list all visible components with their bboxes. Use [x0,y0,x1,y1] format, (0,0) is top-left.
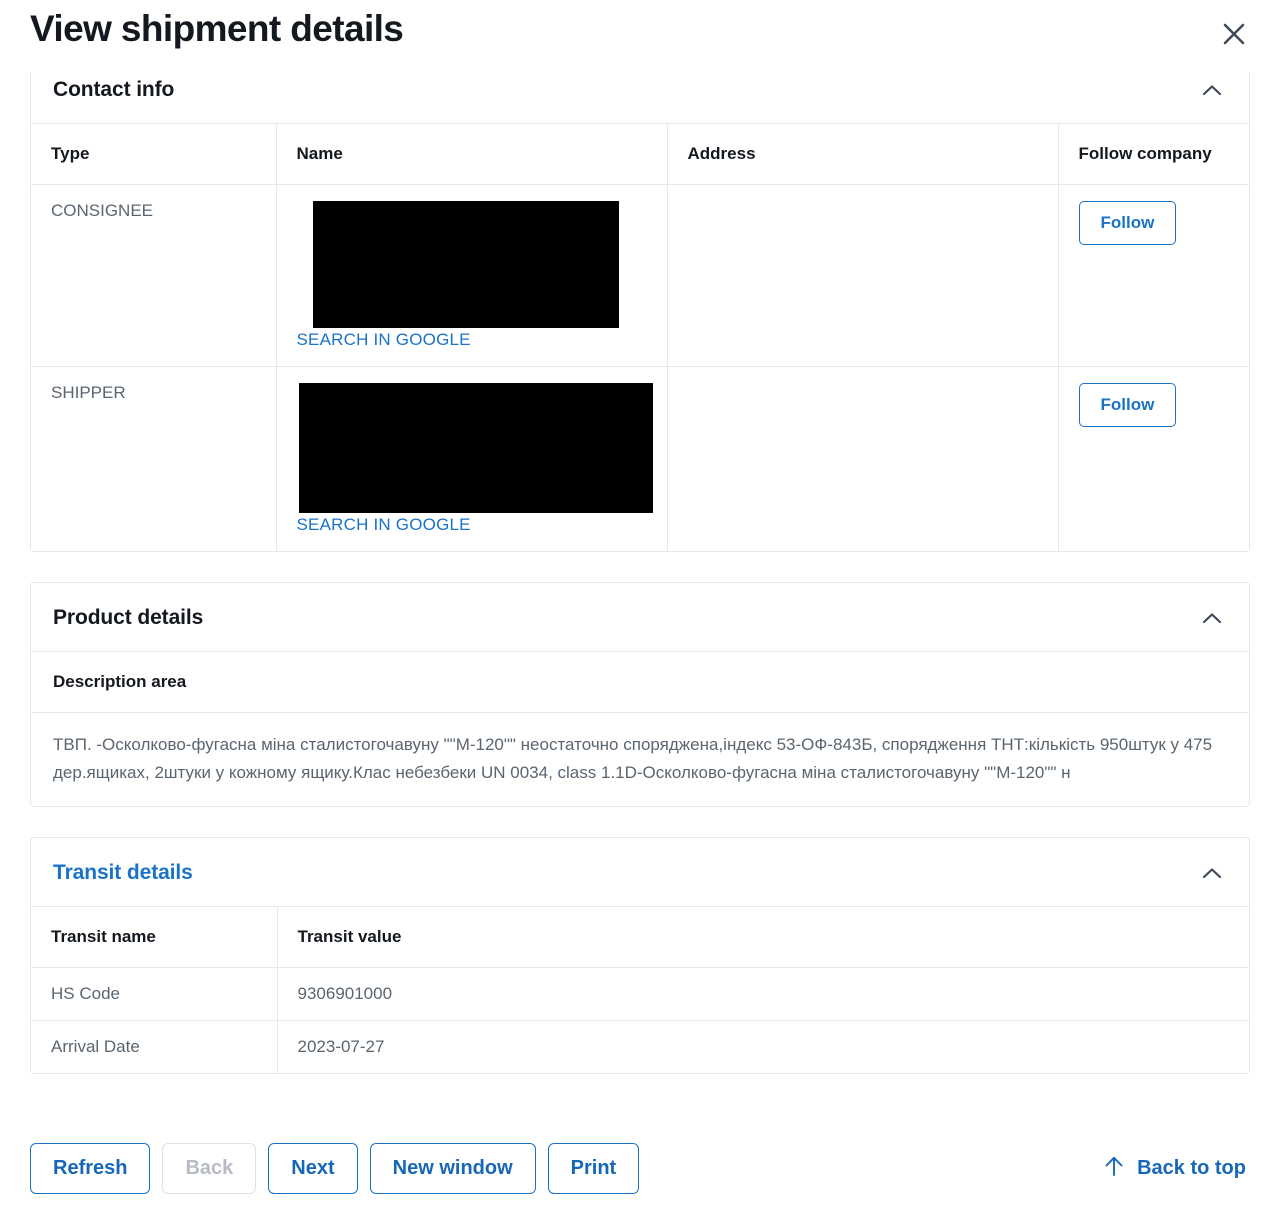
chevron-up-icon[interactable] [1199,605,1225,631]
transit-details-title[interactable]: Transit details [53,861,193,885]
refresh-button[interactable]: Refresh [30,1143,151,1194]
product-details-title: Product details [53,606,204,629]
transit-details-table: Transit name Transit value HS Code 93069… [31,906,1249,1074]
column-header-transit-value: Transit value [277,906,1249,969]
footer-button-group: Refresh Back Next New window Print [30,1143,640,1194]
table-row: Arrival Date 2023-07-27 [31,1020,1249,1074]
cell-name-consignee: SEARCH IN GOOGLE [276,184,668,367]
next-button[interactable]: Next [268,1143,358,1194]
redaction-box [298,383,653,513]
close-icon [1221,21,1247,47]
table-header-row: Type Name Address Follow company [31,123,1249,185]
transit-details-card: Transit details Transit name Transit val… [30,837,1250,1075]
cell-transit-value-hs-code: 9306901000 [277,967,1249,1022]
table-row: HS Code 9306901000 [31,967,1249,1022]
table-row: CONSIGNEE SEARCH IN GOOGLE Follow [31,184,1249,367]
back-to-top-button[interactable]: Back to top [1103,1154,1250,1184]
arrow-up-icon [1103,1154,1125,1184]
follow-button[interactable]: Follow [1078,383,1177,427]
view-shipment-details-modal: View shipment details Contact info Type … [0,0,1280,1228]
transit-details-header[interactable]: Transit details [31,838,1249,906]
column-header-type: Type [31,123,277,185]
contact-info-title: Contact info [53,78,175,101]
cell-follow-consignee: Follow [1058,184,1249,367]
modal-header: View shipment details [0,0,1280,72]
description-area-header: Description area [31,651,1249,713]
search-in-google-link[interactable]: SEARCH IN GOOGLE [297,330,471,350]
redaction-box [312,201,619,328]
cell-name-shipper: SEARCH IN GOOGLE [276,366,668,551]
column-header-transit-name: Transit name [31,906,278,969]
modal-scroll-area[interactable]: Contact info Type Name Address Follow co… [0,72,1280,1113]
cell-address-shipper [667,366,1059,551]
new-window-button[interactable]: New window [369,1143,536,1194]
search-in-google-link[interactable]: SEARCH IN GOOGLE [297,515,471,535]
contact-info-header[interactable]: Contact info [31,72,1249,123]
table-row: SHIPPER SEARCH IN GOOGLE Follow [31,366,1249,551]
close-button[interactable] [1212,12,1256,56]
page-title: View shipment details [30,8,404,49]
cell-follow-shipper: Follow [1058,366,1249,551]
cell-type-consignee: CONSIGNEE [31,184,277,367]
column-header-follow-company: Follow company [1058,123,1249,185]
cell-transit-name-hs-code: HS Code [31,967,278,1022]
column-header-address: Address [667,123,1059,185]
contact-info-table: Type Name Address Follow company CONSIGN… [31,123,1249,551]
cell-address-consignee [667,184,1059,367]
table-header-row: Transit name Transit value [31,906,1249,969]
product-details-card: Product details Description area ТВП. -О… [30,582,1250,808]
print-button[interactable]: Print [547,1143,640,1194]
modal-footer: Refresh Back Next New window Print Back … [0,1113,1280,1228]
contact-info-card: Contact info Type Name Address Follow co… [30,72,1250,552]
back-to-top-label: Back to top [1137,1157,1246,1179]
cell-type-shipper: SHIPPER [31,366,277,551]
chevron-up-icon[interactable] [1199,77,1225,103]
follow-button[interactable]: Follow [1078,201,1177,245]
column-header-name: Name [276,123,668,185]
cell-transit-value-arrival-date: 2023-07-27 [277,1020,1249,1074]
description-area-text: ТВП. -Осколково-фугасна міна сталистогоч… [53,735,1213,782]
chevron-up-icon[interactable] [1199,860,1225,886]
product-details-header[interactable]: Product details [31,583,1249,651]
cell-transit-name-arrival-date: Arrival Date [31,1020,278,1074]
back-button: Back [162,1143,257,1194]
